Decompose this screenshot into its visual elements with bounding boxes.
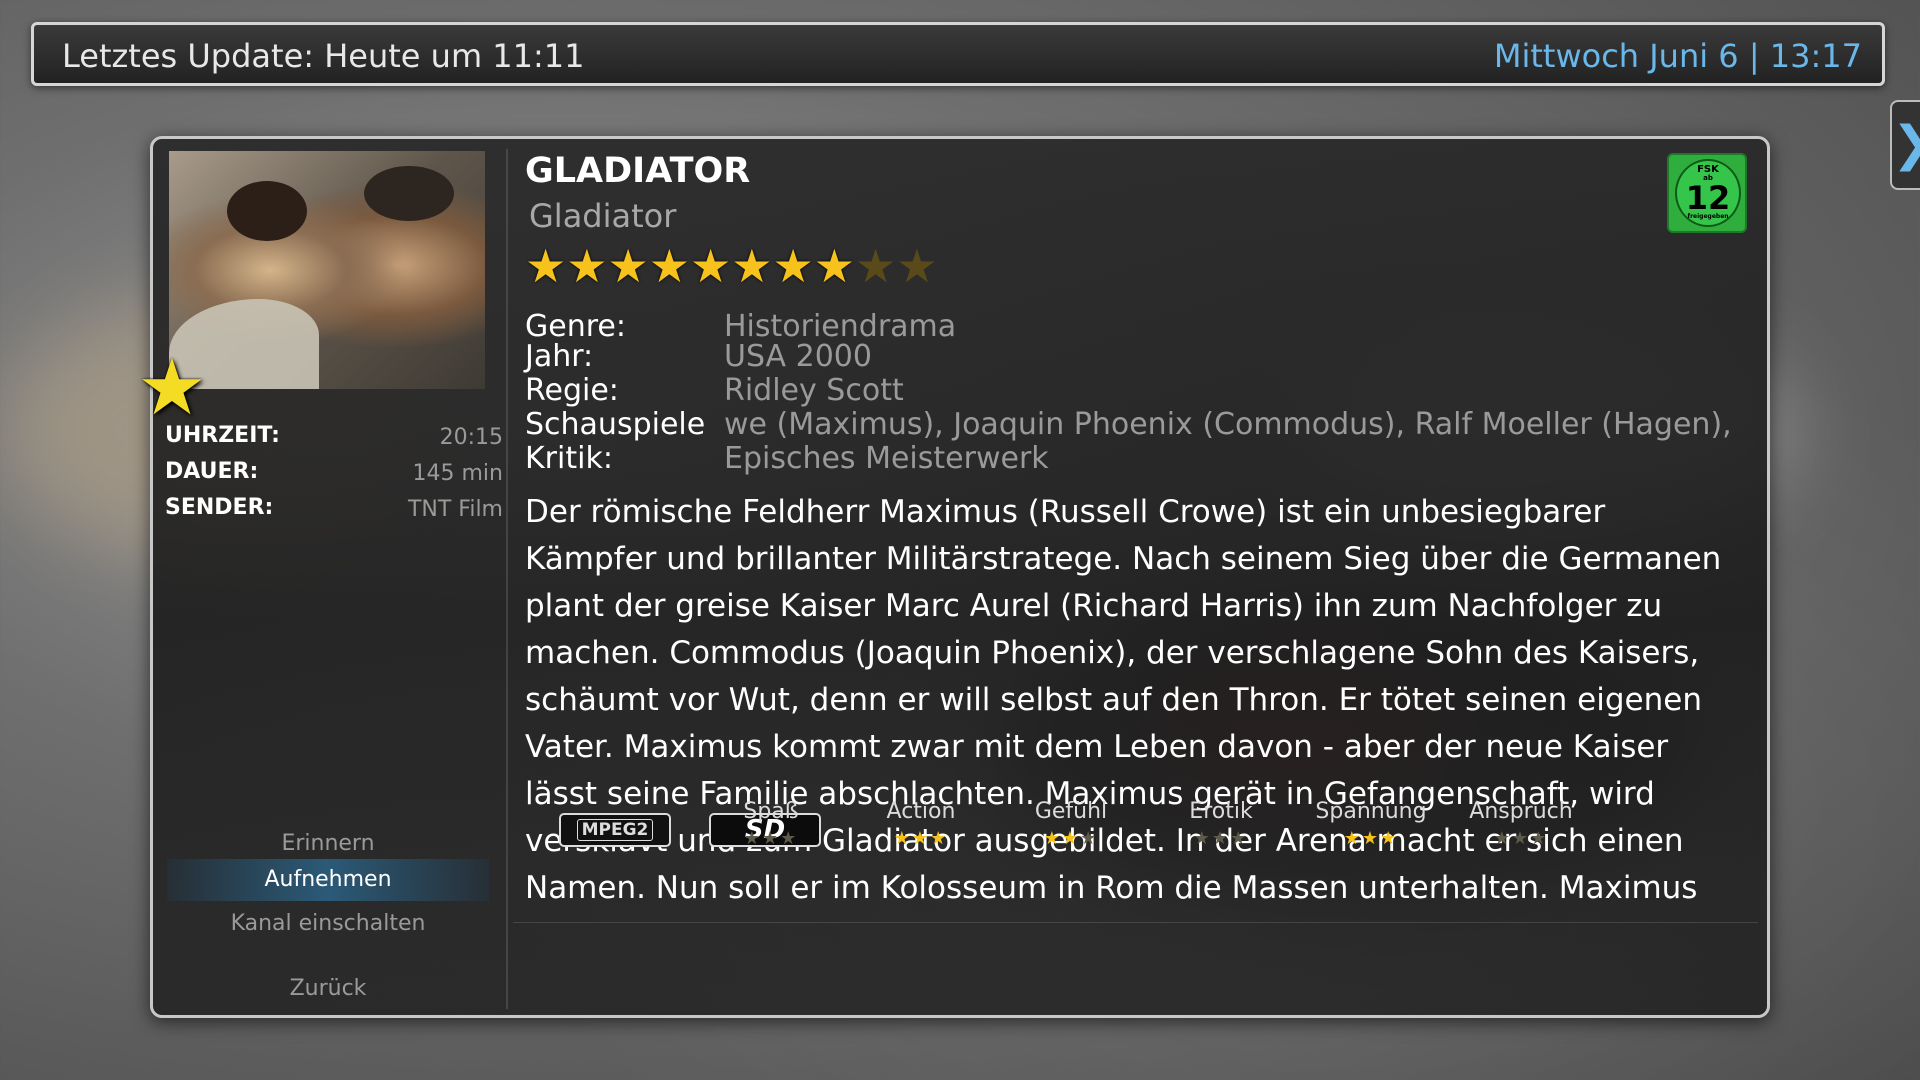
cast-label: Schauspiele [525, 407, 706, 442]
small-star-icon: ★ [1080, 828, 1099, 849]
column-divider [506, 149, 508, 1009]
genre-rating-1: Spaß ★★★ [701, 799, 841, 849]
time-label: UHRZEIT: [165, 423, 280, 448]
genre-rating-label: Erotik [1189, 799, 1253, 824]
small-star-icon: ★ [1511, 828, 1531, 849]
cast-value: we (Maximus), Joaquin Phoenix (Commodus)… [724, 407, 1732, 442]
duration-value: 145 min [412, 461, 503, 486]
year-label: Jahr: [525, 339, 594, 374]
year-value: USA 2000 [724, 339, 872, 374]
back-button[interactable]: Zurück [167, 968, 489, 1010]
critic-value: Episches Meisterwerk [724, 441, 1049, 476]
rating-star-icon: ★ [813, 239, 855, 293]
genre-rating-stars: ★★★ [1151, 828, 1291, 849]
small-star-icon: ★ [1530, 828, 1549, 849]
genre-rating-2: Action ★★★ [851, 799, 991, 849]
last-update-text: Letztes Update: Heute um 11:11 [62, 37, 585, 75]
genre-rating-3: Gefühl ★★★ [1001, 799, 1141, 849]
rating-star-icon: ★ [855, 239, 897, 293]
movie-poster-image [169, 151, 485, 389]
small-star-icon: ★ [1493, 828, 1512, 849]
fsk-age-rating-badge: FSK ab 12 freigegeben [1667, 153, 1747, 233]
small-star-icon: ★ [1380, 828, 1399, 849]
duration-label: DAUER: [165, 459, 259, 484]
small-star-icon: ★ [1193, 828, 1212, 849]
chevron-right-icon: ❯ [1892, 116, 1920, 172]
fsk-age: 12 [1685, 179, 1731, 217]
small-star-icon: ★ [1061, 828, 1081, 849]
original-title: Gladiator [529, 197, 677, 235]
epg-detail-panel: ★ UHRZEIT: 20:15 DAUER: 145 min SENDER: … [137, 136, 1770, 1018]
director-label: Regie: [525, 373, 619, 408]
genre-rating-stars: ★★★ [1451, 828, 1591, 849]
small-star-icon: ★ [1361, 828, 1381, 849]
time-value: 20:15 [439, 425, 503, 450]
channel-label: SENDER: [165, 495, 274, 520]
small-star-icon: ★ [911, 828, 931, 849]
favorite-star-icon: ★ [137, 343, 207, 433]
record-button[interactable]: Aufnehmen [167, 859, 489, 901]
codec-label: MPEG2 [576, 819, 654, 841]
rating-star-icon: ★ [648, 239, 690, 293]
cast-marquee: we (Maximus), Joaquin Phoenix (Commodus)… [724, 405, 1764, 445]
codec-badge: MPEG2 [559, 813, 671, 847]
rating-star-icon: ★ [566, 239, 608, 293]
movie-title: GLADIATOR [525, 151, 751, 191]
small-star-icon: ★ [1211, 828, 1231, 849]
genre-rating-stars: ★★★ [851, 828, 991, 849]
genre-rating-4: Erotik ★★★ [1151, 799, 1291, 849]
star-rating: ★★★★★★★★★★ [525, 243, 938, 289]
small-star-icon: ★ [1043, 828, 1062, 849]
genre-rating-5: Spannung ★★★ [1301, 799, 1441, 849]
rating-star-icon: ★ [525, 239, 567, 293]
rating-star-icon: ★ [607, 239, 649, 293]
genre-rating-stars: ★★★ [701, 828, 841, 849]
genre-rating-label: Action [886, 799, 956, 824]
genre-rating-label: Spannung [1315, 799, 1427, 824]
rating-star-icon: ★ [896, 239, 938, 293]
rating-star-icon: ★ [731, 239, 773, 293]
small-star-icon: ★ [930, 828, 949, 849]
rating-star-icon: ★ [690, 239, 732, 293]
side-panel-toggle[interactable]: ❯ [1890, 100, 1920, 190]
status-bar: Letztes Update: Heute um 11:11 Mittwoch … [31, 22, 1885, 86]
bottom-divider [513, 922, 1758, 923]
genre-rating-label: Anspruch [1469, 799, 1573, 824]
small-star-icon: ★ [893, 828, 912, 849]
genre-rating-label: Gefühl [1034, 799, 1108, 824]
small-star-icon: ★ [780, 828, 799, 849]
genre-rating-label: Spaß [743, 799, 799, 824]
rating-star-icon: ★ [772, 239, 814, 293]
small-star-icon: ★ [1343, 828, 1362, 849]
switch-channel-button[interactable]: Kanal einschalten [167, 903, 489, 945]
genre-rating-stars: ★★★ [1301, 828, 1441, 849]
director-value: Ridley Scott [724, 373, 904, 408]
channel-value: TNT Film [407, 497, 503, 522]
genre-rating-6: Anspruch ★★★ [1451, 799, 1591, 849]
small-star-icon: ★ [1230, 828, 1249, 849]
small-star-icon: ★ [743, 828, 762, 849]
small-star-icon: ★ [761, 828, 781, 849]
genre-rating-stars: ★★★ [1001, 828, 1141, 849]
critic-label: Kritik: [525, 441, 613, 476]
date-time-text: Mittwoch Juni 6 | 13:17 [1493, 37, 1862, 75]
